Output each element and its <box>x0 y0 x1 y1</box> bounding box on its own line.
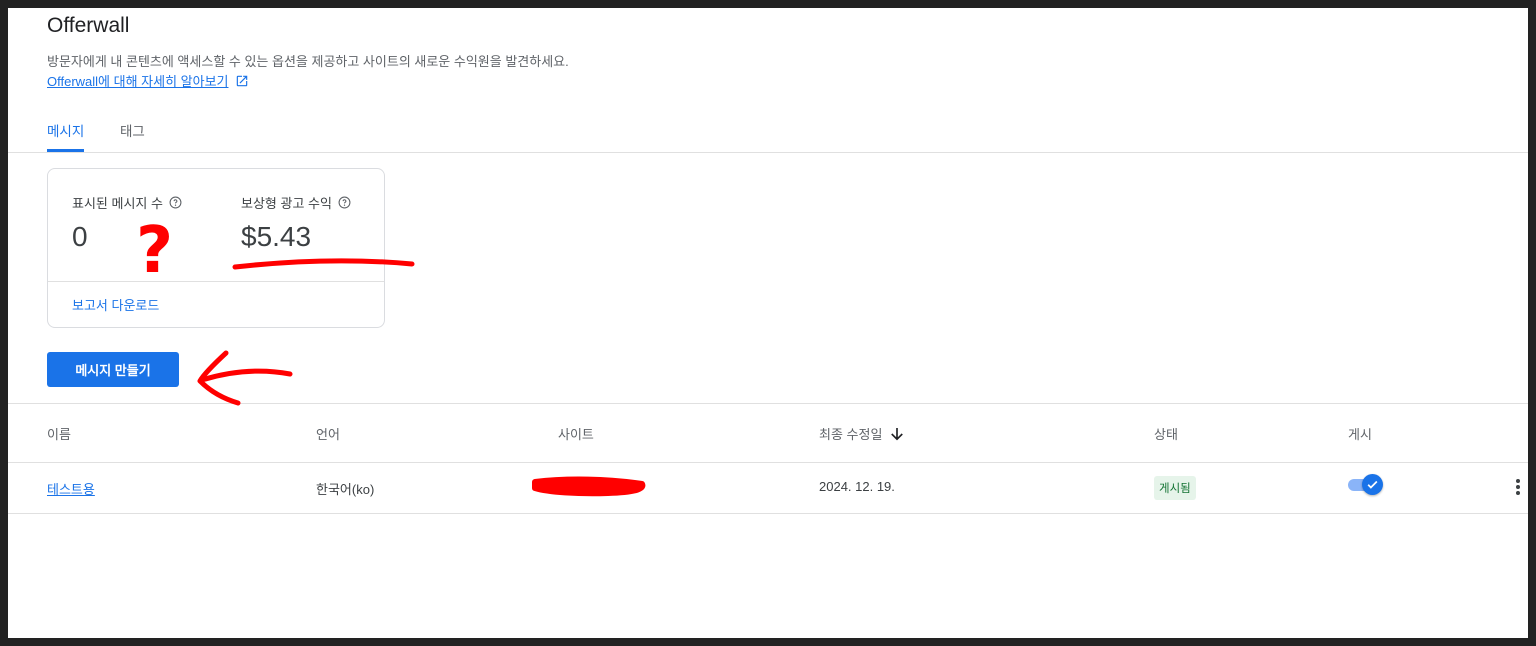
rewarded-revenue-label: 보상형 광고 수익 <box>241 193 351 212</box>
column-header-modified-label: 최종 수정일 <box>819 427 883 442</box>
publish-toggle[interactable] <box>1348 474 1384 496</box>
messages-shown-value: 0 <box>72 221 88 252</box>
column-header-site[interactable]: 사이트 <box>558 424 594 443</box>
toggle-knob <box>1362 474 1383 495</box>
external-link-icon <box>236 75 247 86</box>
page-description: 방문자에게 내 콘텐츠에 액세스할 수 있는 옵션을 제공하고 사이트의 새로운… <box>47 54 569 69</box>
check-icon <box>1367 480 1378 489</box>
tab-messages[interactable]: 메시지 <box>47 120 85 152</box>
table-top-divider <box>8 403 1528 404</box>
help-icon[interactable] <box>338 196 351 209</box>
tab-bar: 메시지 태그 <box>8 112 1528 153</box>
column-header-status[interactable]: 상태 <box>1154 424 1178 443</box>
offerwall-page: Offerwall 방문자에게 내 콘텐츠에 액세스할 수 있는 옵션을 제공하… <box>8 8 1528 638</box>
annotation-arrow-shaft <box>199 368 293 383</box>
help-icon[interactable] <box>169 196 182 209</box>
learn-more-link[interactable]: Offerwall에 대해 자세히 알아보기 <box>47 71 249 90</box>
rewarded-revenue-label-text: 보상형 광고 수익 <box>241 196 332 211</box>
download-report-link[interactable]: 보고서 다운로드 <box>72 295 159 314</box>
create-message-button[interactable]: 메시지 만들기 <box>47 352 179 387</box>
column-header-name[interactable]: 이름 <box>47 424 71 443</box>
message-name-link[interactable]: 테스트용 <box>47 479 95 498</box>
table-row: 테스트용 한국어(ko) 2024. 12. 19. 게시됨 <box>8 463 1528 514</box>
stats-card: 표시된 메시지 수 0 보상형 광고 수익 $5.43 보고서 다운로드 <box>47 168 385 328</box>
column-header-publish[interactable]: 게시 <box>1348 424 1372 443</box>
column-header-language[interactable]: 언어 <box>316 424 340 443</box>
learn-more-label: Offerwall에 대해 자세히 알아보기 <box>47 74 229 89</box>
column-header-modified[interactable]: 최종 수정일 <box>819 424 906 443</box>
page-title: Offerwall <box>47 14 130 37</box>
messages-shown-label-text: 표시된 메시지 수 <box>72 196 163 211</box>
rewarded-revenue-value: $5.43 <box>241 221 312 252</box>
status-badge: 게시됨 <box>1154 476 1196 500</box>
arrow-down-icon <box>891 427 904 440</box>
tab-tags[interactable]: 태그 <box>120 120 145 152</box>
message-language: 한국어(ko) <box>316 482 375 497</box>
message-modified-date: 2024. 12. 19. <box>819 479 895 494</box>
card-divider <box>48 281 384 282</box>
annotation-arrow-head <box>197 350 241 406</box>
messages-shown-label: 표시된 메시지 수 <box>72 193 182 212</box>
more-options-icon[interactable] <box>1514 477 1522 499</box>
